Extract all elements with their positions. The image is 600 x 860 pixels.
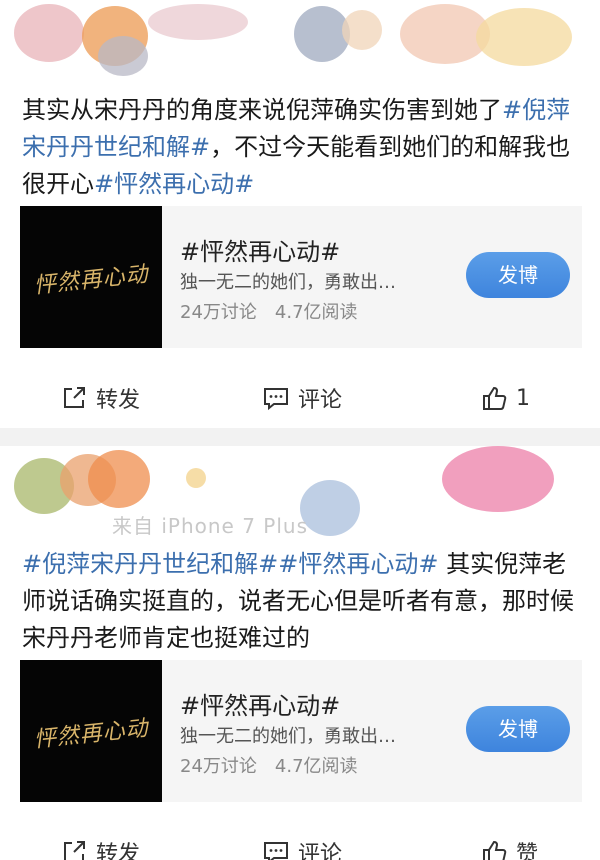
- scribble-blob: [442, 446, 554, 512]
- thumbs-up-icon: [480, 838, 508, 860]
- topic-description: 独一无二的她们，勇敢出…: [180, 272, 396, 293]
- topic-stats: 24万讨论 4.7亿阅读: [180, 752, 376, 778]
- read-count: 4.7亿阅读: [274, 756, 358, 777]
- post-weibo-button[interactable]: 发博: [466, 252, 570, 298]
- repost-button[interactable]: 转发: [60, 378, 140, 418]
- blurred-post-header: 来自 iPhone 7 Plus: [0, 446, 600, 540]
- topic-card[interactable]: 怦然再心动 #怦然再心动# 独一无二的她们，勇敢出… 24万讨论 4.7亿阅读 发…: [20, 660, 582, 802]
- topic-description: 独一无二的她们，勇敢出…: [180, 726, 396, 747]
- scribble-blob: [476, 8, 572, 66]
- scribble-blob: [98, 36, 148, 76]
- scribble-blob: [300, 480, 360, 536]
- scribble-blob: [148, 4, 248, 40]
- topic-thumbnail: 怦然再心动: [20, 660, 162, 802]
- post-body-text: #倪萍宋丹丹世纪和解##怦然再心动# 其实倪萍老师说话确实挺直的，说者无心但是听…: [22, 546, 582, 657]
- post-action-bar: 转发 评论 赞: [0, 832, 600, 860]
- comment-icon: [262, 838, 290, 860]
- repost-icon: [60, 384, 88, 412]
- topic-title: #怦然再心动#: [180, 692, 341, 720]
- scribble-blob: [186, 468, 206, 488]
- like-button[interactable]: 赞: [480, 832, 538, 860]
- post-separator: [0, 428, 600, 446]
- post-source: 来自 iPhone 7 Plus: [112, 514, 309, 538]
- discussion-count: 24万讨论: [180, 302, 257, 323]
- comment-label: 评论: [298, 388, 343, 413]
- thumbs-up-icon: [480, 384, 508, 412]
- topic-title: #怦然再心动#: [180, 238, 341, 266]
- show-logo: 怦然再心动: [32, 716, 150, 753]
- like-button[interactable]: 1: [480, 378, 530, 418]
- like-label: 赞: [516, 842, 539, 860]
- discussion-count: 24万讨论: [180, 756, 257, 777]
- comment-button[interactable]: 评论: [262, 832, 342, 860]
- comment-label: 评论: [298, 842, 343, 860]
- blurred-post-header: [0, 0, 600, 88]
- repost-icon: [60, 838, 88, 860]
- post-body-text: 其实从宋丹丹的角度来说倪萍确实伤害到她了#倪萍宋丹丹世纪和解#，不过今天能看到她…: [22, 92, 582, 203]
- topic-stats: 24万讨论 4.7亿阅读: [180, 298, 376, 324]
- comment-button[interactable]: 评论: [262, 378, 342, 418]
- repost-button[interactable]: 转发: [60, 832, 140, 860]
- comment-icon: [262, 384, 290, 412]
- feed-post: 其实从宋丹丹的角度来说倪萍确实伤害到她了#倪萍宋丹丹世纪和解#，不过今天能看到她…: [0, 0, 600, 428]
- topic-card[interactable]: 怦然再心动 #怦然再心动# 独一无二的她们，勇敢出… 24万讨论 4.7亿阅读 发…: [20, 206, 582, 348]
- hashtag-link[interactable]: #倪萍宋丹丹世纪和解##怦然再心动#: [22, 550, 438, 578]
- repost-label: 转发: [96, 388, 141, 413]
- post-action-bar: 转发 评论 1: [0, 378, 600, 418]
- topic-thumbnail: 怦然再心动: [20, 206, 162, 348]
- scribble-blob: [342, 10, 382, 50]
- like-count: 1: [516, 385, 530, 411]
- scribble-blob: [14, 4, 84, 62]
- repost-label: 转发: [96, 842, 141, 860]
- post-text-segment: 其实从宋丹丹的角度来说倪萍确实伤害到她了: [22, 96, 502, 124]
- read-count: 4.7亿阅读: [274, 302, 358, 323]
- show-logo: 怦然再心动: [32, 262, 150, 299]
- scribble-blob: [88, 450, 150, 508]
- post-weibo-button[interactable]: 发博: [466, 706, 570, 752]
- feed-post: 来自 iPhone 7 Plus #倪萍宋丹丹世纪和解##怦然再心动# 其实倪萍…: [0, 446, 600, 860]
- hashtag-link[interactable]: #怦然再心动#: [94, 170, 254, 198]
